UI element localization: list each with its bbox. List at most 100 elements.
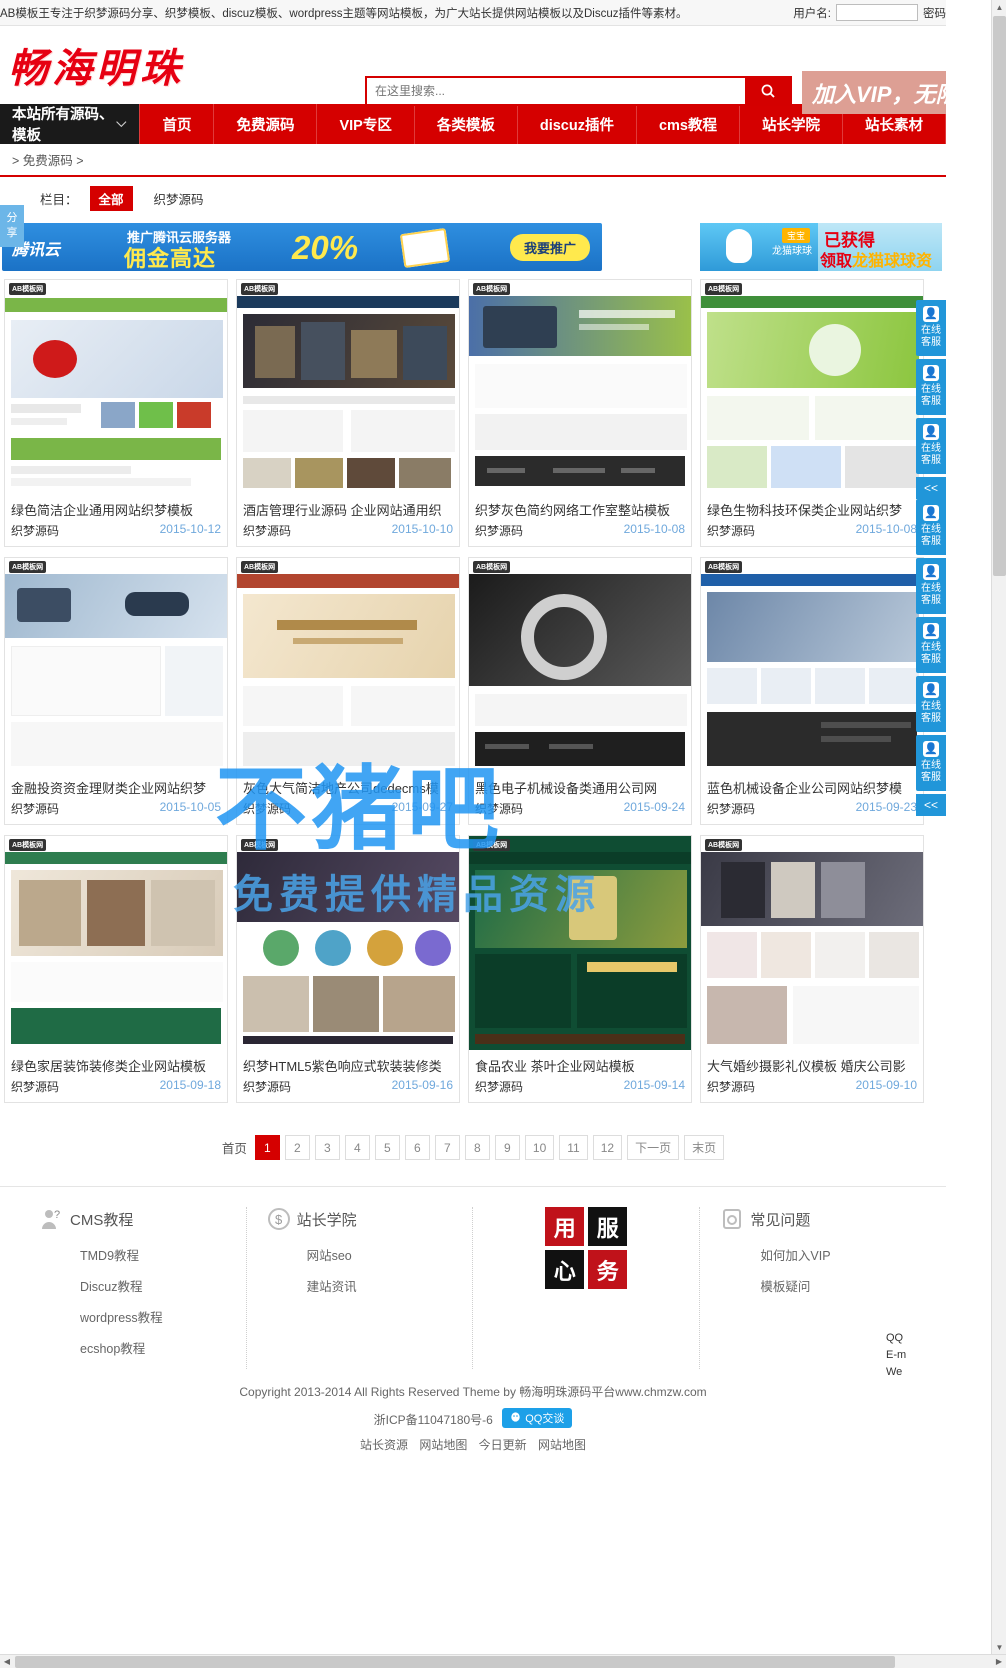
- vertical-scroll-thumb[interactable]: [993, 16, 1006, 576]
- online-service-button-1[interactable]: 👤 在线客服: [916, 359, 946, 415]
- join-vip-banner[interactable]: 加入VIP，无限: [802, 71, 946, 114]
- product-thumbnail[interactable]: AB模板网: [5, 280, 227, 494]
- product-card-0[interactable]: AB模板网 绿色简洁企业通用网站织梦模板 织梦源码 2015-10-12: [4, 279, 228, 547]
- product-card-4[interactable]: AB模板网 金融投资资金理财类企业网站织梦 织梦源码 2015-10-05: [4, 557, 228, 825]
- product-title[interactable]: 织梦HTML5紫色响应式软装装修类: [237, 1050, 459, 1076]
- product-thumbnail[interactable]: AB模板网: [237, 280, 459, 494]
- product-category[interactable]: 织梦源码: [475, 1078, 523, 1095]
- product-category[interactable]: 织梦源码: [707, 1078, 755, 1095]
- product-card-7[interactable]: AB模板网 蓝色机械设备企业公司网站织梦模 织梦源码 2015-09-23: [700, 557, 924, 825]
- product-card-10[interactable]: AB模板网 食品农业 茶叶企业网站模板 织梦源码 2015-09-14: [468, 835, 692, 1103]
- product-category[interactable]: 织梦源码: [11, 800, 59, 817]
- horizontal-scrollbar[interactable]: ◀ ▶: [0, 1654, 1006, 1668]
- product-title[interactable]: 大气婚纱摄影礼仪模板 婚庆公司影: [701, 1050, 923, 1076]
- product-thumbnail[interactable]: AB模板网: [5, 836, 227, 1050]
- product-thumbnail[interactable]: AB模板网: [701, 280, 923, 494]
- footer-link-discuz[interactable]: Discuz教程: [80, 1276, 246, 1295]
- product-thumbnail[interactable]: AB模板网: [469, 836, 691, 1050]
- footer-link-news[interactable]: 建站资讯: [307, 1276, 473, 1295]
- online-service-button-7[interactable]: 👤 在线客服: [916, 735, 946, 791]
- pagination-page-11[interactable]: 11: [559, 1135, 588, 1160]
- bottom-link-1[interactable]: 网站地图: [419, 1438, 467, 1452]
- footer-link-seo[interactable]: 网站seo: [307, 1245, 473, 1264]
- service-rail-collapse-0[interactable]: <<: [916, 477, 946, 499]
- product-thumbnail[interactable]: AB模板网: [5, 558, 227, 772]
- pagination-page-10[interactable]: 10: [524, 1135, 555, 1160]
- product-category[interactable]: 织梦源码: [243, 1078, 291, 1095]
- product-category[interactable]: 织梦源码: [475, 800, 523, 817]
- footer-link-wordpress[interactable]: wordpress教程: [80, 1307, 246, 1326]
- product-thumbnail[interactable]: AB模板网: [469, 558, 691, 772]
- online-service-button-4[interactable]: 👤 在线客服: [916, 558, 946, 614]
- product-title[interactable]: 绿色家居装饰装修类企业网站模板: [5, 1050, 227, 1076]
- product-thumbnail[interactable]: AB模板网: [701, 558, 923, 772]
- tencent-cloud-ad[interactable]: 腾讯云 推广腾讯云服务器 佣金高达 20% 我要推广: [2, 223, 602, 271]
- product-card-8[interactable]: AB模板网 绿色家居装饰装修类企业网站模板 织梦源码 2015-09-18: [4, 835, 228, 1103]
- qq-chat-badge[interactable]: QQ交谈: [502, 1408, 573, 1428]
- pagination-next[interactable]: 下一页: [627, 1135, 680, 1160]
- scroll-left-arrow[interactable]: ◀: [0, 1655, 14, 1668]
- product-category[interactable]: 织梦源码: [11, 1078, 59, 1095]
- product-card-3[interactable]: AB模板网 绿色生物科技环保类企业网站织梦 织梦源码 2015-10-08: [700, 279, 924, 547]
- footer-link-template-question[interactable]: 模板疑问: [760, 1276, 926, 1295]
- filter-option-all[interactable]: 全部: [89, 185, 133, 211]
- product-category[interactable]: 织梦源码: [243, 522, 291, 539]
- product-title[interactable]: 灰色大气简洁地产公司dedecms模: [237, 772, 459, 798]
- pagination-page-6[interactable]: 6: [404, 1135, 430, 1160]
- product-title[interactable]: 食品农业 茶叶企业网站模板: [469, 1050, 691, 1076]
- product-card-2[interactable]: AB模板网 织梦灰色简约网络工作室整站模板 织梦源码 2015-10-08: [468, 279, 692, 547]
- nav-item-1[interactable]: 免费源码: [214, 104, 318, 144]
- product-category[interactable]: 织梦源码: [243, 800, 291, 817]
- username-input[interactable]: [836, 4, 918, 21]
- product-title[interactable]: 绿色生物科技环保类企业网站织梦: [701, 494, 923, 520]
- product-title[interactable]: 黑色电子机械设备类通用公司网: [469, 772, 691, 798]
- scroll-right-arrow[interactable]: ▶: [992, 1655, 1006, 1668]
- service-rail-collapse-1[interactable]: <<: [916, 794, 946, 816]
- product-thumbnail[interactable]: AB模板网: [237, 558, 459, 772]
- pagination-page-1[interactable]: 1: [254, 1135, 280, 1160]
- bottom-link-2[interactable]: 今日更新: [479, 1438, 527, 1452]
- footer-link-join-vip[interactable]: 如何加入VIP: [760, 1245, 926, 1264]
- pagination-page-9[interactable]: 9: [494, 1135, 520, 1160]
- nav-item-4[interactable]: discuz插件: [518, 104, 637, 144]
- online-service-button-5[interactable]: 👤 在线客服: [916, 617, 946, 673]
- product-card-1[interactable]: AB模板网 酒店管理行业源码 企业网站通用织 织梦源码 2015-10-10: [236, 279, 460, 547]
- pagination-page-12[interactable]: 12: [592, 1135, 623, 1160]
- footer-link-tmd9[interactable]: TMD9教程: [80, 1245, 246, 1264]
- product-category[interactable]: 织梦源码: [475, 522, 523, 539]
- bottom-link-0[interactable]: 站长资源: [360, 1438, 408, 1452]
- online-service-button-3[interactable]: 👤 在线客服: [916, 499, 946, 555]
- product-card-5[interactable]: AB模板网 灰色大气简洁地产公司dedecms模 织梦源码 2015-09-27: [236, 557, 460, 825]
- nav-item-5[interactable]: cms教程: [637, 104, 740, 144]
- product-card-11[interactable]: AB模板网 大气婚纱摄影礼仪模板 婚庆公司影 织梦源码 2015-09-10: [700, 835, 924, 1103]
- online-service-button-6[interactable]: 👤 在线客服: [916, 676, 946, 732]
- nav-item-0[interactable]: 首页: [139, 104, 215, 144]
- pagination-first[interactable]: 首页: [222, 1138, 250, 1157]
- product-category[interactable]: 织梦源码: [707, 800, 755, 817]
- search-input[interactable]: [367, 78, 745, 104]
- pagination-last[interactable]: 末页: [684, 1135, 725, 1160]
- product-category[interactable]: 织梦源码: [707, 522, 755, 539]
- product-title[interactable]: 织梦灰色简约网络工作室整站模板: [469, 494, 691, 520]
- nav-item-2[interactable]: VIP专区: [317, 104, 415, 144]
- horizontal-scroll-thumb[interactable]: [15, 1656, 895, 1668]
- pagination-page-3[interactable]: 3: [314, 1135, 340, 1160]
- pagination-page-4[interactable]: 4: [344, 1135, 370, 1160]
- scroll-up-arrow[interactable]: ▲: [992, 0, 1006, 15]
- breadcrumb[interactable]: > 免费源码 >: [0, 150, 84, 169]
- search-button[interactable]: [745, 78, 790, 104]
- filter-option-dedecms[interactable]: 织梦源码: [145, 186, 213, 211]
- ad-left-cta-button[interactable]: 我要推广: [509, 234, 590, 261]
- pagination-page-7[interactable]: 7: [434, 1135, 460, 1160]
- pagination-page-5[interactable]: 5: [374, 1135, 400, 1160]
- all-categories-button[interactable]: 本站所有源码、模板: [0, 104, 140, 144]
- scroll-down-arrow[interactable]: ▼: [992, 1640, 1006, 1655]
- product-title[interactable]: 蓝色机械设备企业公司网站织梦模: [701, 772, 923, 798]
- footer-link-ecshop[interactable]: ecshop教程: [80, 1338, 246, 1357]
- vertical-scrollbar[interactable]: ▲ ▼: [991, 0, 1006, 1655]
- online-service-button-0[interactable]: 👤 在线客服: [916, 300, 946, 356]
- online-service-button-2[interactable]: 👤 在线客服: [916, 418, 946, 474]
- game-ad[interactable]: 宝宝 龙猫球球 已获得 领取龙猫球球资格: [700, 223, 942, 271]
- product-category[interactable]: 织梦源码: [11, 522, 59, 539]
- site-logo[interactable]: 畅海明珠: [8, 36, 184, 94]
